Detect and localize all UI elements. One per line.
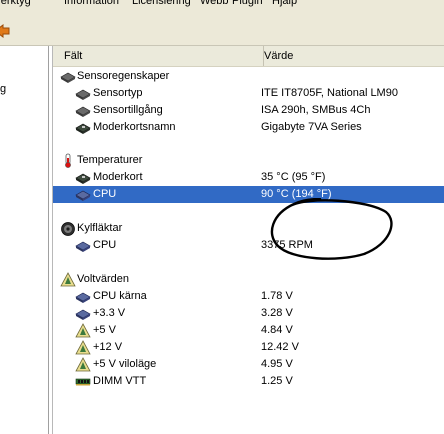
list-header: Fält Värde — [53, 46, 444, 67]
menu-item-4[interactable]: Plugin — [232, 0, 263, 8]
fan-icon — [61, 222, 75, 236]
table-row[interactable]: Sensortillgång ISA 290h, SMBus 4Ch — [53, 102, 444, 119]
group-row[interactable]: Kylfläktar — [53, 220, 444, 237]
thermometer-icon — [65, 153, 71, 168]
field-value: 35 °C (95 °F) — [261, 171, 326, 183]
column-header-value[interactable]: Värde — [253, 46, 444, 66]
group-label: Kylfläktar — [77, 222, 123, 234]
cpu-icon — [75, 292, 91, 303]
field-value: 90 °C (194 °F) — [261, 188, 332, 200]
menu-item-0[interactable]: Verktyg — [0, 0, 31, 8]
voltage-icon — [75, 357, 91, 372]
voltage-icon — [75, 323, 91, 338]
field-label: +12 V — [93, 341, 123, 353]
field-label: Moderkortsnamn — [93, 121, 176, 133]
field-value: 4.84 V — [261, 324, 293, 336]
table-row[interactable]: Sensortyp ITE IT8705F, National LM90 — [53, 85, 444, 102]
field-label: CPU kärna — [93, 290, 147, 302]
group-label: Temperaturer — [77, 154, 143, 166]
menu-bar: Verktyg Information Licensiering WebbPlugin… — [0, 0, 444, 9]
voltage-icon — [60, 272, 76, 287]
field-value: 4.95 V — [261, 358, 293, 370]
chip-icon — [75, 89, 91, 100]
table-row[interactable]: +5 V 4.84 V — [53, 322, 444, 339]
field-value: 3.28 V — [261, 307, 293, 319]
chip-icon — [60, 72, 76, 83]
toolbar — [0, 9, 444, 46]
table-row[interactable]: +5 V viloläge 4.95 V — [53, 356, 444, 373]
chip-icon — [75, 106, 91, 117]
table-row[interactable]: DIMM VTT 1.25 V — [53, 373, 444, 390]
field-label: DIMM VTT — [93, 375, 147, 387]
field-value: 12.42 V — [261, 341, 299, 353]
table-row[interactable]: Moderkortsnamn Gigabyte 7VA Series — [53, 119, 444, 136]
table-row[interactable]: +12 V 12.42 V — [53, 339, 444, 356]
field-value: 3375 RPM — [261, 239, 313, 251]
field-label: Moderkort — [93, 171, 143, 183]
details-list[interactable]: Fält Värde Sensoregenskaper Sensortyp ITE … — [52, 46, 444, 434]
table-row[interactable]: CPU 3375 RPM — [53, 237, 444, 254]
field-label: CPU — [93, 239, 117, 251]
field-label: Sensortillgång — [93, 104, 163, 116]
field-value: 1.25 V — [261, 375, 293, 387]
table-row-selected[interactable]: CPU 90 °C (194 °F) — [53, 186, 444, 203]
field-label: +3.3 V — [93, 307, 126, 319]
menu-item-1[interactable]: Information — [64, 0, 119, 8]
group-label: Voltvärden — [77, 273, 129, 285]
field-value: ITE IT8705F, National LM90 — [261, 87, 398, 99]
menu-item-3[interactable]: Webb — [200, 0, 229, 8]
motherboard-icon — [75, 123, 91, 134]
field-label: CPU — [93, 188, 117, 200]
field-value: 1.78 V — [261, 290, 293, 302]
cpu-icon — [75, 241, 91, 252]
table-row[interactable]: Moderkort 35 °C (95 °F) — [53, 169, 444, 186]
field-label: +5 V viloläge — [93, 358, 157, 370]
group-row[interactable]: Sensoregenskaper — [53, 68, 444, 85]
cpu-icon — [75, 190, 91, 201]
group-row[interactable]: Temperaturer — [53, 152, 444, 169]
group-row[interactable]: Voltvärden — [53, 271, 444, 288]
table-row[interactable]: +3.3 V 3.28 V — [53, 305, 444, 322]
menu-item-5[interactable]: Hjälp — [272, 0, 297, 8]
back-arrow-icon[interactable] — [0, 23, 10, 39]
field-value: Gigabyte 7VA Series — [261, 121, 362, 133]
motherboard-icon — [75, 173, 91, 184]
field-label: Sensortyp — [93, 87, 143, 99]
tree-item-fragment[interactable]: g — [0, 83, 6, 95]
table-row[interactable]: CPU kärna 1.78 V — [53, 288, 444, 305]
group-label: Sensoregenskaper — [77, 70, 170, 82]
field-label: +5 V — [93, 324, 116, 336]
menu-item-2[interactable]: Licensiering — [132, 0, 191, 8]
field-value: ISA 290h, SMBus 4Ch — [261, 104, 371, 116]
voltage-icon — [75, 340, 91, 355]
navigation-tree[interactable]: g — [0, 46, 49, 434]
column-header-field[interactable]: Fält — [53, 46, 264, 66]
memory-icon — [75, 378, 91, 386]
cpu-icon — [75, 309, 91, 320]
